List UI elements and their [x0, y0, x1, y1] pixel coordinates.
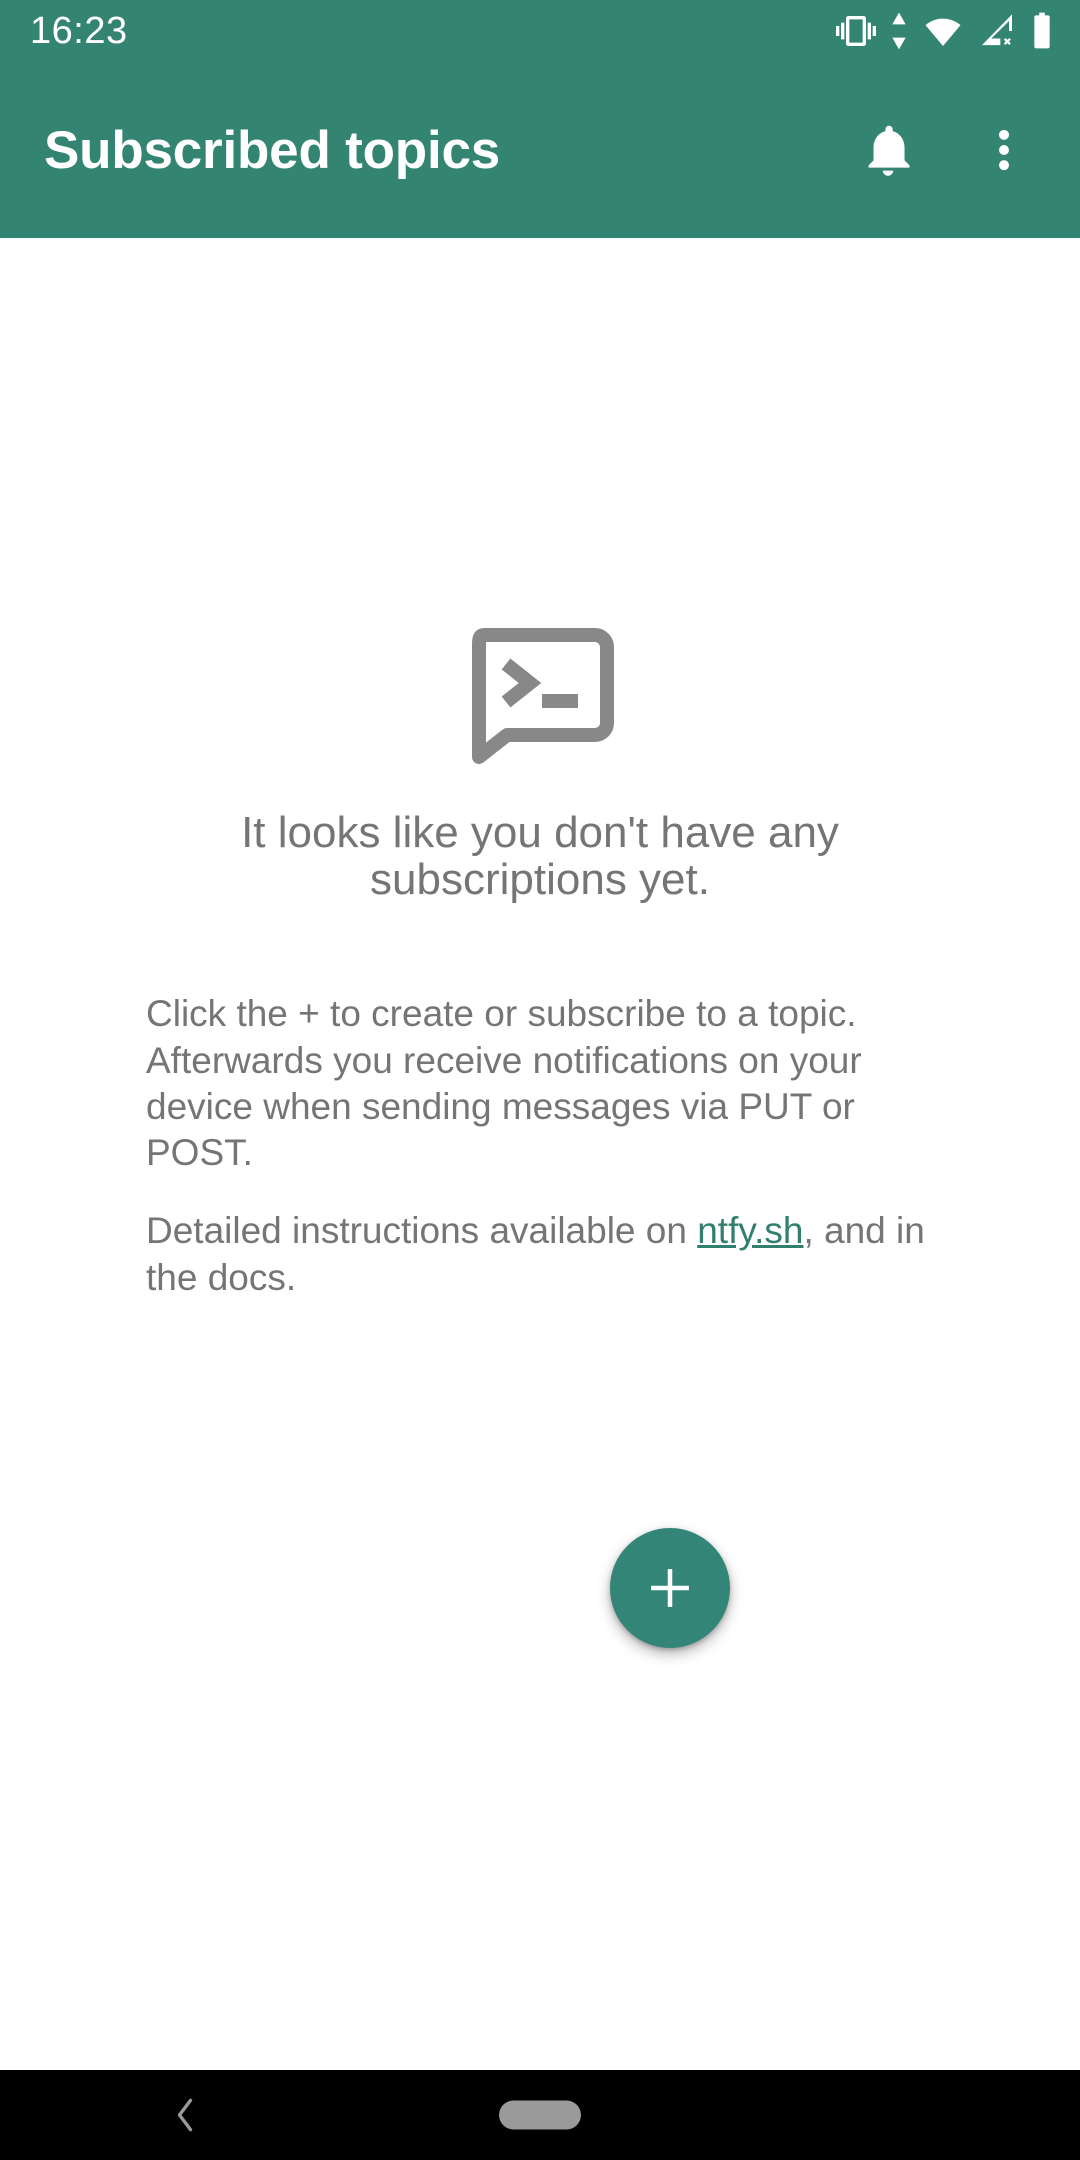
- vibrate-icon: [836, 16, 876, 46]
- status-bar-icons: [836, 11, 1054, 51]
- chevron-left-icon: [177, 2098, 193, 2132]
- bell-icon: [868, 125, 910, 176]
- plus-icon: [651, 1569, 689, 1607]
- empty-state: It looks like you don't have any subscri…: [0, 238, 1080, 1301]
- status-bar: 16:23: [0, 0, 1080, 62]
- dots-vertical-icon: [999, 129, 1009, 171]
- toolbar-actions: [840, 102, 1052, 198]
- add-subscription-fab[interactable]: [610, 1528, 730, 1648]
- empty-state-paragraph-2: Detailed instructions available on ntfy.…: [146, 1208, 936, 1301]
- notifications-bell-button[interactable]: [840, 102, 936, 198]
- ntfy-sh-link[interactable]: ntfy.sh: [697, 1210, 803, 1251]
- empty-state-paragraph-2-prefix: Detailed instructions available on: [146, 1210, 698, 1252]
- terminal-chat-bubble-icon: [471, 628, 614, 764]
- nav-home-pill[interactable]: [499, 2100, 581, 2130]
- empty-state-body: Click the + to create or subscribe to a …: [146, 991, 936, 1301]
- app-toolbar: Subscribed topics: [0, 62, 1080, 238]
- cellular-off-icon: [982, 14, 1012, 46]
- system-navigation-bar: [0, 2070, 1080, 2160]
- empty-state-title: It looks like you don't have any subscri…: [241, 808, 839, 904]
- app-screen: 16:23 Subscribed topics It looks like yo…: [0, 0, 1080, 2160]
- page-title: Subscribed topics: [44, 120, 501, 180]
- content-area: It looks like you don't have any subscri…: [0, 238, 1080, 2070]
- data-transfer-icon: [892, 12, 906, 50]
- empty-state-paragraph-1: Click the + to create or subscribe to a …: [146, 993, 862, 1173]
- battery-icon: [1034, 12, 1050, 49]
- status-bar-clock: 16:23: [30, 10, 128, 52]
- overflow-menu-button[interactable]: [956, 102, 1052, 198]
- wifi-icon: [925, 18, 961, 46]
- nav-back-button[interactable]: [150, 2080, 220, 2150]
